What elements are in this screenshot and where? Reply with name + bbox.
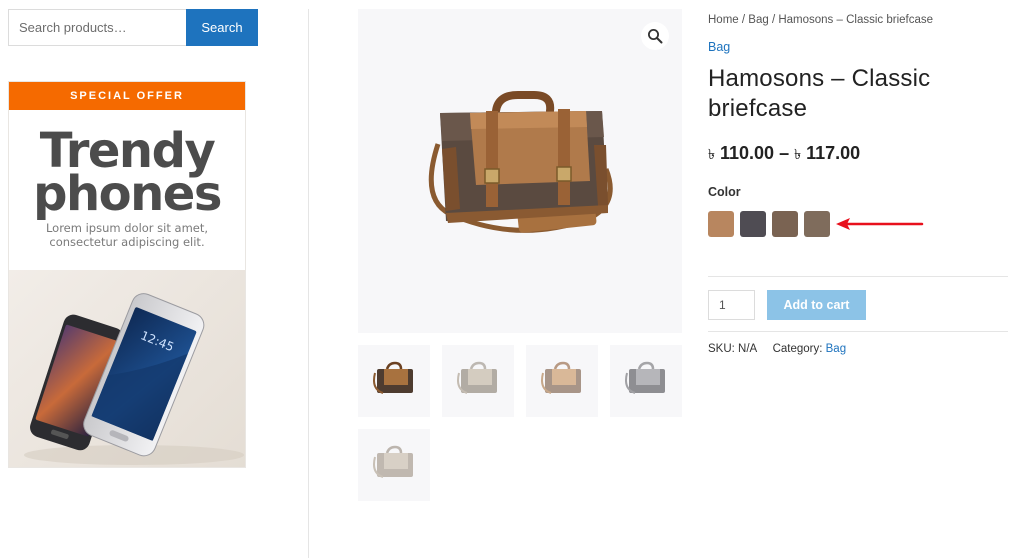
thumbnail-4[interactable] [610, 345, 682, 417]
breadcrumb-separator: / [768, 14, 779, 26]
product-meta: SKU: N/A Category: Bag [708, 343, 846, 355]
swatch-dark-grey[interactable] [740, 211, 766, 237]
promo-banner[interactable]: SPECIAL OFFER Trendy phones Lorem ipsum … [8, 81, 246, 468]
promo-subtitle: Lorem ipsum dolor sit amet, consectetur … [9, 221, 245, 249]
promo-subtitle-line2: consectetur adipiscing elit. [49, 235, 205, 249]
price-dash: – [774, 143, 795, 163]
breadcrumb-category[interactable]: Bag [748, 14, 768, 26]
thumbnail-3[interactable] [526, 345, 598, 417]
meta-category-link[interactable]: Bag [826, 343, 846, 355]
promo-subtitle-line1: Lorem ipsum dolor sit amet, [45, 221, 209, 235]
divider-top [708, 276, 1008, 277]
product-price: ৳ 110.00 – ৳ 117.00 [708, 143, 1008, 167]
swatch-olive-brown[interactable] [804, 211, 830, 237]
swatch-light-brown[interactable] [708, 211, 734, 237]
promo-title: Trendy phones [9, 127, 245, 222]
magnifier-icon [648, 29, 663, 44]
breadcrumb: Home / Bag / Hamosons – Classic briefcas… [708, 9, 1008, 31]
sku-value: N/A [738, 343, 757, 355]
price-high: 117.00 [806, 143, 861, 163]
thumbnail-5[interactable] [358, 429, 430, 501]
quantity-input[interactable] [708, 290, 755, 320]
price-low: 110.00 [720, 143, 775, 163]
thumbnail-1[interactable] [358, 345, 430, 417]
search-input[interactable] [8, 9, 186, 46]
search-button[interactable]: Search [186, 9, 258, 46]
category-label: Category: [772, 343, 823, 355]
promo-title-line2: phones [33, 166, 222, 222]
product-summary: Home / Bag / Hamosons – Classic briefcas… [708, 9, 1008, 355]
product-title-line1: Hamosons – Classic [708, 65, 931, 92]
sidebar: Search SPECIAL OFFER Trendy phones Lorem… [8, 9, 258, 468]
phones-image: 12:45 [9, 270, 245, 467]
promo-header: SPECIAL OFFER [9, 82, 245, 110]
currency-symbol: ৳ [794, 146, 802, 162]
divider-bottom [708, 331, 1008, 332]
product-title: Hamosons – Classic briefcase [708, 64, 1008, 124]
sku-label: SKU: [708, 343, 735, 355]
breadcrumb-current: Hamosons – Classic briefcase [778, 14, 934, 26]
product-main-image[interactable] [358, 9, 682, 333]
red-arrow-icon [836, 218, 924, 230]
thumbnail-2[interactable] [442, 345, 514, 417]
color-label: Color [708, 185, 741, 199]
zoom-button[interactable] [641, 22, 669, 50]
product-search-form: Search [8, 9, 258, 46]
add-to-cart-button[interactable]: Add to cart [767, 290, 866, 320]
add-to-cart-form: Add to cart [708, 290, 866, 320]
swatch-brown[interactable] [772, 211, 798, 237]
breadcrumb-home[interactable]: Home [708, 14, 739, 26]
product-category-link[interactable]: Bag [708, 40, 730, 54]
currency-symbol: ৳ [708, 146, 715, 162]
sidebar-divider [308, 9, 309, 558]
breadcrumb-separator: / [738, 14, 749, 26]
product-title-line2: briefcase [708, 95, 808, 122]
